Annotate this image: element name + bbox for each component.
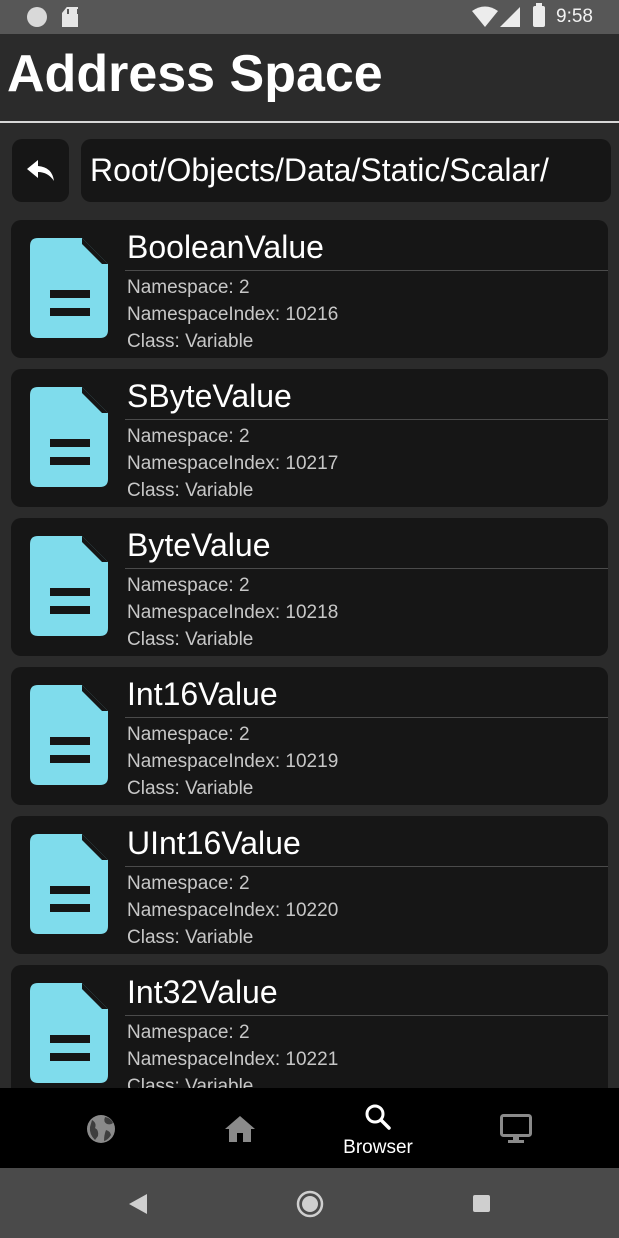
node-class: Class: Variable	[127, 1076, 254, 1088]
monitor-icon	[500, 1114, 532, 1143]
notification-dot-icon	[27, 7, 47, 27]
battery-icon	[533, 3, 545, 27]
bottom-nav: Browser	[0, 1088, 619, 1168]
node-namespace: Namespace: 2	[127, 575, 250, 596]
node-index: NamespaceIndex: 10216	[127, 304, 339, 325]
back-triangle-icon[interactable]	[129, 1194, 147, 1214]
reply-arrow-icon	[26, 159, 54, 181]
list-item[interactable]: Int16Value Namespace: 2 NamespaceIndex: …	[11, 667, 608, 805]
node-list[interactable]: BooleanValue Namespace: 2 NamespaceIndex…	[0, 218, 619, 1088]
document-icon	[30, 536, 108, 636]
sd-card-icon	[62, 7, 78, 27]
node-index: NamespaceIndex: 10219	[127, 751, 339, 772]
node-namespace: Namespace: 2	[127, 873, 250, 894]
globe-icon	[87, 1115, 115, 1143]
node-name: UInt16Value	[127, 825, 301, 861]
node-class: Class: Variable	[127, 629, 254, 650]
recents-square-icon[interactable]	[473, 1195, 490, 1212]
node-name: SByteValue	[127, 378, 292, 414]
nav-item-browser[interactable]: Browser	[309, 1088, 447, 1168]
node-class: Class: Variable	[127, 927, 254, 948]
system-nav-bar	[0, 1168, 619, 1238]
nav-item-home[interactable]	[171, 1088, 309, 1168]
divider	[125, 568, 608, 569]
node-name: Int16Value	[127, 676, 278, 712]
node-index: NamespaceIndex: 10218	[127, 602, 339, 623]
divider	[125, 270, 608, 271]
document-icon	[30, 685, 108, 785]
node-class: Class: Variable	[127, 480, 254, 501]
nav-label-browser: Browser	[343, 1137, 413, 1158]
search-icon	[365, 1104, 391, 1130]
node-index: NamespaceIndex: 10217	[127, 453, 339, 474]
document-icon	[30, 387, 108, 487]
document-icon	[30, 983, 108, 1083]
document-icon	[30, 238, 108, 338]
page-title: Address Space	[7, 45, 383, 103]
app-header: Address Space	[0, 34, 619, 123]
list-item[interactable]: ByteValue Namespace: 2 NamespaceIndex: 1…	[11, 518, 608, 656]
node-name: Int32Value	[127, 974, 278, 1010]
cell-signal-icon	[500, 7, 520, 27]
node-namespace: Namespace: 2	[127, 426, 250, 447]
list-item[interactable]: SByteValue Namespace: 2 NamespaceIndex: …	[11, 369, 608, 507]
node-class: Class: Variable	[127, 331, 254, 352]
wifi-icon	[472, 6, 498, 27]
nav-item-connections[interactable]	[32, 1088, 170, 1168]
divider	[125, 717, 608, 718]
node-namespace: Namespace: 2	[127, 724, 250, 745]
back-button[interactable]	[12, 139, 69, 202]
clock: 9:58	[556, 6, 593, 27]
divider	[125, 419, 608, 420]
node-namespace: Namespace: 2	[127, 1022, 250, 1043]
list-item[interactable]: Int32Value Namespace: 2 NamespaceIndex: …	[11, 965, 608, 1088]
node-name: BooleanValue	[127, 229, 324, 265]
divider	[125, 866, 608, 867]
node-class: Class: Variable	[127, 778, 254, 799]
node-name: ByteValue	[127, 527, 271, 563]
list-item[interactable]: BooleanValue Namespace: 2 NamespaceIndex…	[11, 220, 608, 358]
document-icon	[30, 834, 108, 934]
list-item[interactable]: UInt16Value Namespace: 2 NamespaceIndex:…	[11, 816, 608, 954]
nav-item-display[interactable]	[447, 1088, 585, 1168]
node-index: NamespaceIndex: 10220	[127, 900, 339, 921]
node-namespace: Namespace: 2	[127, 277, 250, 298]
node-index: NamespaceIndex: 10221	[127, 1049, 339, 1070]
path-text: Root/Objects/Data/Static/Scalar/	[90, 152, 549, 188]
home-icon	[225, 1116, 255, 1142]
divider	[125, 1015, 608, 1016]
status-bar: 9:58	[0, 0, 619, 34]
home-circle-icon[interactable]	[296, 1190, 324, 1218]
path-field[interactable]: Root/Objects/Data/Static/Scalar/	[81, 139, 611, 202]
